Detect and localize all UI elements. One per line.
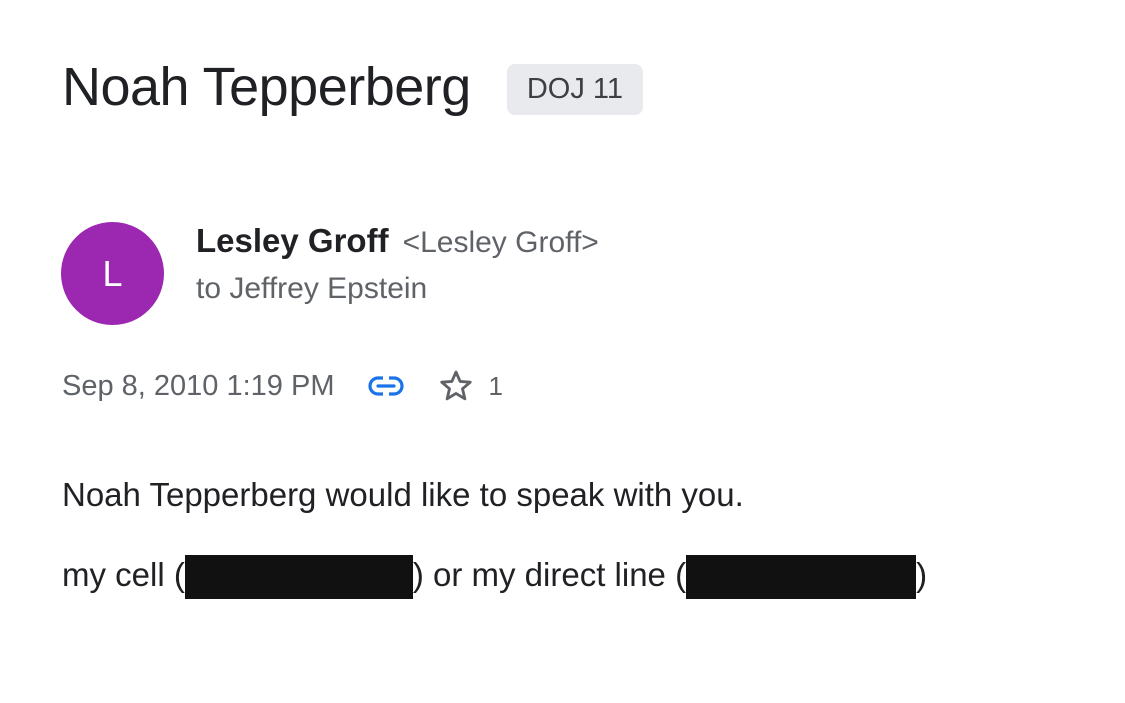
link-icon[interactable] [366,366,406,406]
body-cell-prefix: my cell ( [62,556,185,593]
star-outline-icon[interactable] [436,366,476,406]
sender-line: Lesley Groff <Lesley Groff> [196,222,599,260]
body-line-2: my cell ( ) or my direct line ( ) [62,553,928,599]
label-chip[interactable]: DOJ 11 [506,63,643,115]
timestamp: Sep 8, 2010 1:19 PM [62,369,335,402]
avatar-letter: L [102,252,123,294]
sender-email: <Lesley Groff> [402,226,599,259]
body-direct-line-prefix: ) or my direct line ( [412,556,687,593]
recipient-line[interactable]: to Jeffrey Epstein [196,272,427,306]
redaction-bar [184,555,413,599]
subject-row: Noah Tepperberg DOJ 11 [62,52,643,122]
sender-name[interactable]: Lesley Groff [196,222,389,260]
email-subject: Noah Tepperberg [62,57,471,117]
sender-avatar[interactable]: L [61,222,164,325]
body-closing-paren: ) [916,556,928,593]
redaction-bar [686,555,917,599]
meta-row: Sep 8, 2010 1:19 PM 1 [62,366,503,406]
star-count: 1 [488,370,503,401]
body-line-1: Noah Tepperberg would like to speak with… [62,476,744,513]
